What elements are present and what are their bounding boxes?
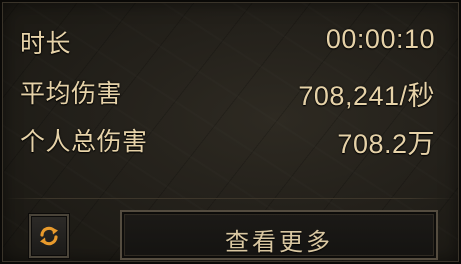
total-damage-value: 708.2万 — [337, 129, 435, 159]
stat-row-duration: 时长 00:00:10 — [20, 18, 435, 58]
refresh-button[interactable] — [29, 214, 69, 258]
average-damage-value: 708,241/秒 — [298, 81, 435, 111]
stat-row-total-damage: 个人总伤害 708.2万 — [20, 116, 435, 159]
damage-stats-panel: 时长 00:00:10 平均伤害 708,241/秒 个人总伤害 708.2万 … — [0, 0, 461, 264]
view-more-label: 查看更多 — [225, 228, 333, 256]
footer-divider — [6, 198, 455, 199]
stat-row-average-damage: 平均伤害 708,241/秒 — [20, 68, 435, 111]
average-damage-label: 平均伤害 — [20, 79, 123, 108]
duration-label: 时长 — [20, 29, 72, 58]
duration-value: 00:00:10 — [325, 24, 435, 54]
view-more-button[interactable]: 查看更多 — [120, 210, 438, 260]
refresh-arrows-icon — [40, 226, 58, 246]
total-damage-label: 个人总伤害 — [20, 127, 148, 156]
